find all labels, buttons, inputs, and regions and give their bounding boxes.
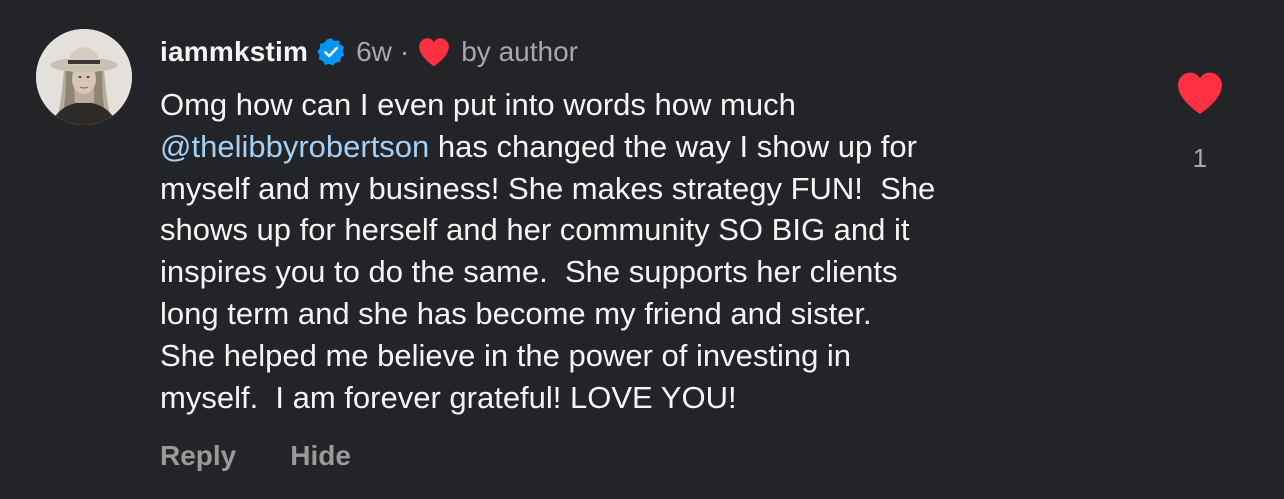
comment-line: inspires you to do the same. She support… <box>160 254 898 290</box>
comment-header: iammkstim 6w · by author <box>160 34 578 70</box>
comment-line-text: has changed the way I show up for <box>429 128 917 164</box>
comment-line: Omg how can I even put into words how mu… <box>160 87 796 122</box>
comment-line: long term and she has become my friend a… <box>160 295 872 331</box>
like-count[interactable]: 1 <box>1184 143 1216 174</box>
comment-timestamp[interactable]: 6w <box>356 36 392 68</box>
heart-filled-icon <box>1178 72 1222 114</box>
comment-line: shows up for herself and her community S… <box>160 212 910 248</box>
reply-button[interactable]: Reply <box>160 440 236 472</box>
comment-line: myself. I am forever grateful! LOVE YOU! <box>160 379 737 415</box>
avatar[interactable] <box>36 29 132 125</box>
comment-actions: Reply Hide <box>160 440 351 472</box>
comment-item: iammkstim 6w · by author Omg how can I e… <box>0 0 1284 499</box>
like-button[interactable] <box>1174 70 1226 116</box>
comment-text: Omg how can I even put into words how mu… <box>160 84 1120 418</box>
mention-link[interactable]: @thelibbyrobertson <box>160 129 429 164</box>
hide-button[interactable]: Hide <box>290 440 351 472</box>
heart-icon <box>417 36 451 68</box>
separator-dot: · <box>399 36 410 67</box>
verified-badge-icon <box>316 37 346 67</box>
comment-line: myself and my business! She makes strate… <box>160 170 936 206</box>
comment-line: @thelibbyrobertson has changed the way I… <box>160 126 1120 168</box>
username-link[interactable]: iammkstim <box>160 36 308 68</box>
comment-line: She helped me believe in the power of in… <box>160 337 852 373</box>
avatar-image <box>36 29 132 125</box>
liked-by-author-label: by author <box>461 36 578 67</box>
